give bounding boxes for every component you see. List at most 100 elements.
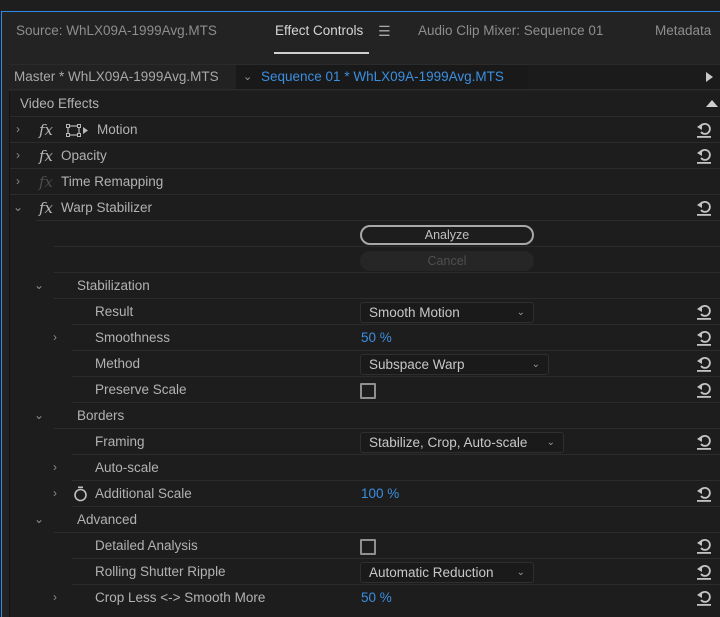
- tab-effect-controls[interactable]: Effect Controls: [275, 20, 363, 42]
- chevron-right-icon[interactable]: ›: [49, 325, 61, 351]
- param-row-additional-scale: › Additional Scale 100 %: [10, 481, 720, 507]
- chevron-down-icon[interactable]: ⌄: [33, 403, 45, 429]
- chevron-down-icon: ⌄: [516, 307, 525, 318]
- param-label: Preserve Scale: [95, 382, 187, 397]
- rolling-shutter-dropdown[interactable]: Automatic Reduction ⌄: [360, 562, 534, 583]
- framing-dropdown[interactable]: Stabilize, Crop, Auto-scale ⌄: [360, 432, 564, 453]
- reset-icon[interactable]: [696, 433, 712, 451]
- chevron-down-icon[interactable]: ⌄: [33, 273, 45, 299]
- master-clip-label[interactable]: Master * WhLX09A-1999Avg.MTS: [9, 65, 236, 89]
- chevron-down-icon[interactable]: ⌄: [243, 65, 252, 89]
- effect-name: Motion: [97, 122, 138, 137]
- param-label: Detailed Analysis: [95, 538, 198, 553]
- sequence-clip-label[interactable]: Sequence 01 * WhLX09A-1999Avg.MTS: [261, 65, 504, 89]
- effect-row-motion[interactable]: › fx Motion: [10, 117, 720, 143]
- chevron-down-icon: ⌄: [531, 359, 540, 370]
- effect-name: Time Remapping: [61, 174, 164, 189]
- param-row-result: Result Smooth Motion ⌄: [10, 299, 720, 325]
- group-label: Stabilization: [77, 278, 150, 293]
- param-row-rolling-shutter-ripple: Rolling Shutter Ripple Automatic Reducti…: [10, 559, 720, 585]
- dropdown-value: Automatic Reduction: [369, 565, 494, 580]
- hamburger-menu-icon[interactable]: ☰: [378, 20, 391, 42]
- param-label: Auto-scale: [95, 460, 159, 475]
- fx-toggle-icon: fx: [39, 173, 54, 191]
- window-top-strip: [0, 0, 720, 11]
- group-stabilization[interactable]: ⌄ Stabilization: [10, 273, 720, 299]
- clip-selector-bar: Master * WhLX09A-1999Avg.MTS ⌄ Sequence …: [9, 64, 720, 90]
- chevron-down-icon[interactable]: ⌄: [33, 507, 45, 533]
- tab-source[interactable]: Source: WhLX09A-1999Avg.MTS: [16, 20, 217, 42]
- param-label: Smoothness: [95, 330, 171, 345]
- param-label: Framing: [95, 434, 145, 449]
- fx-toggle-icon[interactable]: fx: [39, 143, 53, 169]
- reset-icon[interactable]: [696, 589, 712, 607]
- effects-list: Video Effects › fx Motion › fx Opacity ›…: [9, 91, 720, 617]
- dropdown-value: Smooth Motion: [369, 305, 460, 320]
- effect-row-opacity[interactable]: › fx Opacity: [10, 143, 720, 169]
- reset-icon[interactable]: [696, 329, 712, 347]
- active-tab-indicator: [274, 52, 369, 54]
- fx-toggle-icon[interactable]: fx: [39, 195, 53, 221]
- method-dropdown[interactable]: Subspace Warp ⌄: [360, 354, 549, 375]
- section-title: Video Effects: [20, 96, 100, 111]
- param-row-smoothness: › Smoothness 50 %: [10, 325, 720, 351]
- reset-icon[interactable]: [696, 381, 712, 399]
- chevron-right-icon[interactable]: ›: [49, 481, 61, 507]
- group-advanced[interactable]: ⌄ Advanced: [10, 507, 720, 533]
- result-dropdown[interactable]: Smooth Motion ⌄: [360, 302, 534, 323]
- tab-metadata[interactable]: Metadata: [655, 20, 711, 42]
- dropdown-value: Subspace Warp: [369, 357, 465, 372]
- group-label: Advanced: [77, 512, 138, 527]
- param-label: Additional Scale: [95, 486, 192, 501]
- crop-smooth-value[interactable]: 50 %: [361, 585, 392, 611]
- reset-icon[interactable]: [696, 147, 712, 165]
- chevron-down-icon: ⌄: [546, 437, 555, 448]
- reset-icon[interactable]: [696, 199, 712, 217]
- reset-icon[interactable]: [696, 485, 712, 503]
- param-label: Result: [95, 304, 134, 319]
- chevron-right-icon[interactable]: ›: [49, 455, 61, 481]
- collapse-up-arrow-icon[interactable]: [706, 100, 718, 107]
- reset-icon[interactable]: [696, 355, 712, 373]
- param-row-preserve-scale: Preserve Scale: [10, 377, 720, 403]
- reset-icon[interactable]: [696, 121, 712, 139]
- effect-name: Warp Stabilizer: [61, 200, 153, 215]
- reset-icon[interactable]: [696, 537, 712, 555]
- analyze-button[interactable]: Analyze: [360, 225, 534, 245]
- param-label: Method: [95, 356, 141, 371]
- param-row-detailed-analysis: Detailed Analysis: [10, 533, 720, 559]
- param-row-framing: Framing Stabilize, Crop, Auto-scale ⌄: [10, 429, 720, 455]
- effect-controls-panel: Source: WhLX09A-1999Avg.MTS Effect Contr…: [1, 11, 720, 617]
- transform-box-icon[interactable]: [66, 124, 92, 137]
- effect-row-warp-stabilizer[interactable]: ⌄ fx Warp Stabilizer: [10, 195, 720, 221]
- preserve-scale-checkbox[interactable]: [360, 383, 376, 399]
- reset-icon[interactable]: [696, 303, 712, 321]
- param-label: Crop Less <-> Smooth More: [95, 590, 266, 605]
- analyze-row: Analyze: [10, 221, 720, 247]
- group-borders[interactable]: ⌄ Borders: [10, 403, 720, 429]
- effect-row-time-remapping[interactable]: › fx Time Remapping: [10, 169, 720, 195]
- smoothness-value[interactable]: 50 %: [361, 325, 392, 351]
- param-row-auto-scale: › Auto-scale: [10, 455, 720, 481]
- stopwatch-icon[interactable]: [73, 486, 88, 502]
- chevron-right-icon[interactable]: ›: [49, 585, 61, 611]
- video-effects-header: Video Effects: [10, 91, 720, 117]
- cancel-row: Cancel: [10, 247, 720, 273]
- expand-timeline-arrow-icon[interactable]: [706, 72, 713, 82]
- additional-scale-value[interactable]: 100 %: [361, 481, 399, 507]
- detailed-analysis-checkbox[interactable]: [360, 539, 376, 555]
- group-label: Borders: [77, 408, 125, 423]
- effect-name: Opacity: [61, 148, 107, 163]
- cancel-button: Cancel: [360, 251, 534, 271]
- chevron-down-icon[interactable]: ⌄: [12, 195, 24, 221]
- fx-toggle-icon[interactable]: fx: [39, 117, 53, 143]
- tab-audio-clip-mixer[interactable]: Audio Clip Mixer: Sequence 01: [418, 20, 603, 42]
- param-label: Rolling Shutter Ripple: [95, 564, 226, 579]
- chevron-right-icon[interactable]: ›: [12, 143, 24, 169]
- panel-tab-bar: Source: WhLX09A-1999Avg.MTS Effect Contr…: [2, 12, 720, 62]
- param-row-crop-less-smooth-more: › Crop Less <-> Smooth More 50 %: [10, 585, 720, 611]
- chevron-right-icon[interactable]: ›: [12, 169, 24, 195]
- reset-icon[interactable]: [696, 563, 712, 581]
- chevron-right-icon[interactable]: ›: [12, 117, 24, 143]
- chevron-down-icon: ⌄: [516, 567, 525, 578]
